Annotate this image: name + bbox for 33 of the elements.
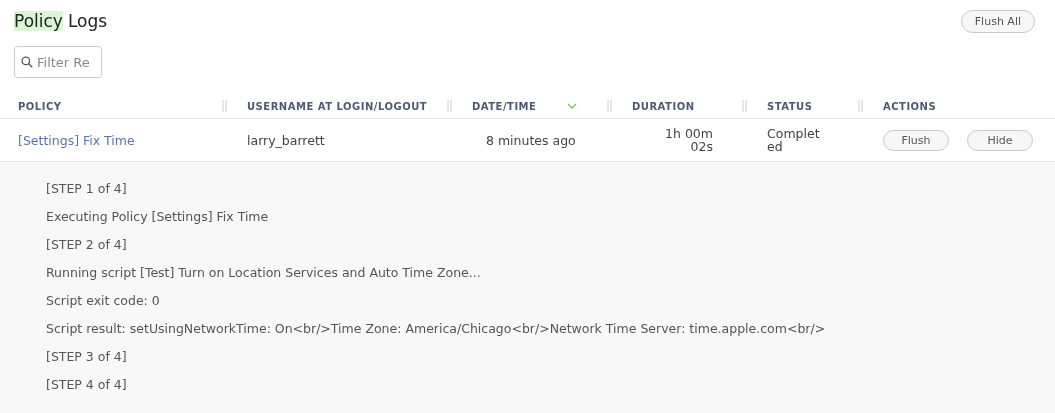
datetime-cell: 8 minutes ago (486, 132, 576, 148)
log-line: [STEP 1 of 4] (46, 180, 128, 198)
log-line: Script exit code: 0 (46, 292, 161, 310)
row-action-button[interactable]: Hide (967, 129, 1033, 151)
column-header[interactable]: STATUS (767, 100, 813, 112)
column-header[interactable]: USERNAME AT LOGIN/LOGOUT (247, 100, 428, 112)
resize-handle-icon[interactable] (607, 100, 612, 112)
resize-handle-icon[interactable] (222, 100, 227, 112)
column-header[interactable]: DURATION (632, 100, 695, 112)
filter-input[interactable]: Filter Re (37, 54, 95, 70)
resize-handle-icon[interactable] (447, 100, 452, 112)
column-header[interactable]: POLICY (18, 100, 62, 112)
resize-handle-icon[interactable] (742, 100, 747, 112)
log-line: [STEP 2 of 4] (46, 236, 128, 254)
log-line: [STEP 3 of 4] (46, 348, 128, 366)
status-cell-text: Completed (767, 126, 821, 153)
column-header[interactable]: DATE/TIME (472, 100, 537, 112)
flush-all-button[interactable]: Flush All (960, 9, 1035, 33)
search-icon (21, 54, 33, 70)
column-header[interactable]: ACTIONS (883, 100, 937, 112)
policy-link[interactable]: [Settings] Fix Time (18, 132, 135, 148)
resize-handle-icon[interactable] (858, 100, 863, 112)
log-line: [STEP 4 of 4] (46, 376, 128, 394)
row-action-button[interactable]: Flush (883, 129, 949, 151)
log-line: Running script [Test] Turn on Location Services and Auto Time Zone... (46, 264, 482, 282)
log-line: Script result: setUsingNetworkTime: On<br/>Time Zone: America/Chicago<br/>Network Time Server: time.apple.com<br/> (46, 320, 827, 338)
duration-cell-text: 1h 00m 02s (664, 127, 713, 153)
page-title: Logs (67, 11, 108, 31)
username-cell: larry_barrett (247, 132, 325, 148)
log-line: Executing Policy [Settings] Fix Time (46, 208, 270, 226)
sort-chevron-icon[interactable] (566, 103, 577, 109)
page-title: Policy (14, 11, 63, 31)
filter-field[interactable]: Filter Re (14, 46, 102, 78)
